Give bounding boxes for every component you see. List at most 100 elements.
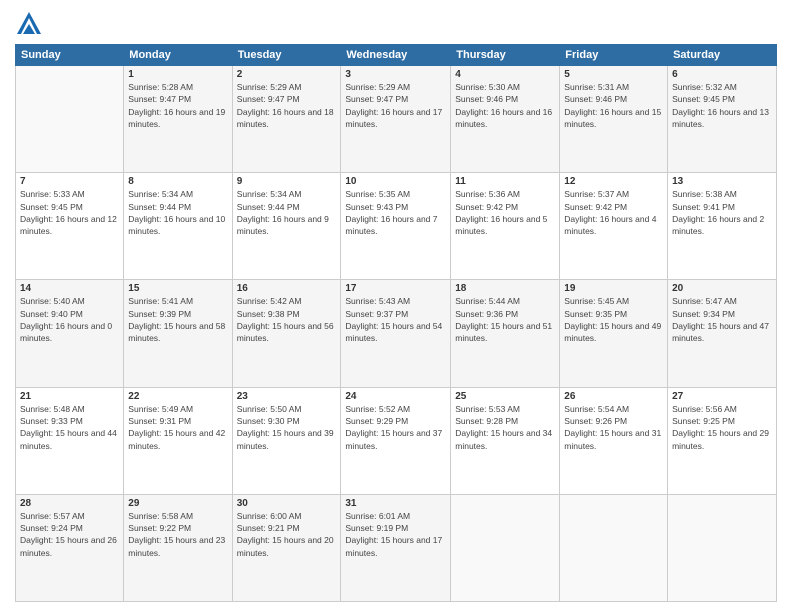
calendar-cell: 6Sunrise: 5:32 AMSunset: 9:45 PMDaylight… bbox=[668, 66, 777, 173]
day-number: 25 bbox=[455, 391, 555, 402]
calendar-table: SundayMondayTuesdayWednesdayThursdayFrid… bbox=[15, 44, 777, 602]
day-info: Sunrise: 5:48 AMSunset: 9:33 PMDaylight:… bbox=[20, 403, 119, 452]
day-number: 29 bbox=[128, 498, 227, 509]
day-number: 19 bbox=[564, 283, 663, 294]
calendar-cell: 5Sunrise: 5:31 AMSunset: 9:46 PMDaylight… bbox=[560, 66, 668, 173]
day-info: Sunrise: 5:32 AMSunset: 9:45 PMDaylight:… bbox=[672, 81, 772, 130]
calendar-cell bbox=[16, 66, 124, 173]
day-info: Sunrise: 5:30 AMSunset: 9:46 PMDaylight:… bbox=[455, 81, 555, 130]
day-info: Sunrise: 5:53 AMSunset: 9:28 PMDaylight:… bbox=[455, 403, 555, 452]
calendar-cell: 11Sunrise: 5:36 AMSunset: 9:42 PMDayligh… bbox=[451, 173, 560, 280]
day-info: Sunrise: 5:38 AMSunset: 9:41 PMDaylight:… bbox=[672, 188, 772, 237]
calendar-cell: 10Sunrise: 5:35 AMSunset: 9:43 PMDayligh… bbox=[341, 173, 451, 280]
calendar-cell: 2Sunrise: 5:29 AMSunset: 9:47 PMDaylight… bbox=[232, 66, 341, 173]
day-number: 30 bbox=[237, 498, 337, 509]
day-number: 5 bbox=[564, 69, 663, 80]
day-info: Sunrise: 5:40 AMSunset: 9:40 PMDaylight:… bbox=[20, 295, 119, 344]
day-number: 14 bbox=[20, 283, 119, 294]
day-number: 21 bbox=[20, 391, 119, 402]
header-cell-thursday: Thursday bbox=[451, 45, 560, 66]
header-cell-tuesday: Tuesday bbox=[232, 45, 341, 66]
day-info: Sunrise: 5:44 AMSunset: 9:36 PMDaylight:… bbox=[455, 295, 555, 344]
calendar-cell: 22Sunrise: 5:49 AMSunset: 9:31 PMDayligh… bbox=[124, 387, 232, 494]
day-info: Sunrise: 5:50 AMSunset: 9:30 PMDaylight:… bbox=[237, 403, 337, 452]
day-info: Sunrise: 6:00 AMSunset: 9:21 PMDaylight:… bbox=[237, 510, 337, 559]
calendar-cell: 21Sunrise: 5:48 AMSunset: 9:33 PMDayligh… bbox=[16, 387, 124, 494]
day-number: 17 bbox=[345, 283, 446, 294]
calendar-cell: 20Sunrise: 5:47 AMSunset: 9:34 PMDayligh… bbox=[668, 280, 777, 387]
day-number: 26 bbox=[564, 391, 663, 402]
day-info: Sunrise: 5:37 AMSunset: 9:42 PMDaylight:… bbox=[564, 188, 663, 237]
day-number: 12 bbox=[564, 176, 663, 187]
calendar-cell: 9Sunrise: 5:34 AMSunset: 9:44 PMDaylight… bbox=[232, 173, 341, 280]
header-cell-wednesday: Wednesday bbox=[341, 45, 451, 66]
day-number: 3 bbox=[345, 69, 446, 80]
day-number: 2 bbox=[237, 69, 337, 80]
calendar-cell: 18Sunrise: 5:44 AMSunset: 9:36 PMDayligh… bbox=[451, 280, 560, 387]
calendar-cell: 13Sunrise: 5:38 AMSunset: 9:41 PMDayligh… bbox=[668, 173, 777, 280]
day-info: Sunrise: 5:56 AMSunset: 9:25 PMDaylight:… bbox=[672, 403, 772, 452]
day-number: 15 bbox=[128, 283, 227, 294]
day-info: Sunrise: 5:45 AMSunset: 9:35 PMDaylight:… bbox=[564, 295, 663, 344]
day-info: Sunrise: 5:31 AMSunset: 9:46 PMDaylight:… bbox=[564, 81, 663, 130]
page: SundayMondayTuesdayWednesdayThursdayFrid… bbox=[0, 0, 792, 612]
day-number: 16 bbox=[237, 283, 337, 294]
week-row-5: 28Sunrise: 5:57 AMSunset: 9:24 PMDayligh… bbox=[16, 494, 777, 601]
day-number: 1 bbox=[128, 69, 227, 80]
day-number: 6 bbox=[672, 69, 772, 80]
calendar-cell: 4Sunrise: 5:30 AMSunset: 9:46 PMDaylight… bbox=[451, 66, 560, 173]
calendar-cell: 31Sunrise: 6:01 AMSunset: 9:19 PMDayligh… bbox=[341, 494, 451, 601]
day-number: 13 bbox=[672, 176, 772, 187]
calendar-cell: 25Sunrise: 5:53 AMSunset: 9:28 PMDayligh… bbox=[451, 387, 560, 494]
logo-icon bbox=[15, 10, 43, 38]
day-info: Sunrise: 5:29 AMSunset: 9:47 PMDaylight:… bbox=[345, 81, 446, 130]
day-info: Sunrise: 5:47 AMSunset: 9:34 PMDaylight:… bbox=[672, 295, 772, 344]
header-cell-sunday: Sunday bbox=[16, 45, 124, 66]
calendar-cell: 17Sunrise: 5:43 AMSunset: 9:37 PMDayligh… bbox=[341, 280, 451, 387]
day-info: Sunrise: 5:36 AMSunset: 9:42 PMDaylight:… bbox=[455, 188, 555, 237]
calendar-cell: 19Sunrise: 5:45 AMSunset: 9:35 PMDayligh… bbox=[560, 280, 668, 387]
day-info: Sunrise: 5:28 AMSunset: 9:47 PMDaylight:… bbox=[128, 81, 227, 130]
header-cell-friday: Friday bbox=[560, 45, 668, 66]
day-info: Sunrise: 6:01 AMSunset: 9:19 PMDaylight:… bbox=[345, 510, 446, 559]
calendar-cell bbox=[451, 494, 560, 601]
week-row-4: 21Sunrise: 5:48 AMSunset: 9:33 PMDayligh… bbox=[16, 387, 777, 494]
day-number: 18 bbox=[455, 283, 555, 294]
calendar-cell bbox=[560, 494, 668, 601]
day-number: 7 bbox=[20, 176, 119, 187]
day-number: 4 bbox=[455, 69, 555, 80]
calendar-cell: 8Sunrise: 5:34 AMSunset: 9:44 PMDaylight… bbox=[124, 173, 232, 280]
header-cell-monday: Monday bbox=[124, 45, 232, 66]
day-info: Sunrise: 5:29 AMSunset: 9:47 PMDaylight:… bbox=[237, 81, 337, 130]
day-info: Sunrise: 5:54 AMSunset: 9:26 PMDaylight:… bbox=[564, 403, 663, 452]
logo bbox=[15, 10, 47, 38]
day-info: Sunrise: 5:41 AMSunset: 9:39 PMDaylight:… bbox=[128, 295, 227, 344]
header-row: SundayMondayTuesdayWednesdayThursdayFrid… bbox=[16, 45, 777, 66]
day-info: Sunrise: 5:34 AMSunset: 9:44 PMDaylight:… bbox=[128, 188, 227, 237]
day-info: Sunrise: 5:58 AMSunset: 9:22 PMDaylight:… bbox=[128, 510, 227, 559]
calendar-cell: 3Sunrise: 5:29 AMSunset: 9:47 PMDaylight… bbox=[341, 66, 451, 173]
day-info: Sunrise: 5:57 AMSunset: 9:24 PMDaylight:… bbox=[20, 510, 119, 559]
header-cell-saturday: Saturday bbox=[668, 45, 777, 66]
calendar-cell: 12Sunrise: 5:37 AMSunset: 9:42 PMDayligh… bbox=[560, 173, 668, 280]
day-info: Sunrise: 5:52 AMSunset: 9:29 PMDaylight:… bbox=[345, 403, 446, 452]
week-row-1: 1Sunrise: 5:28 AMSunset: 9:47 PMDaylight… bbox=[16, 66, 777, 173]
day-number: 9 bbox=[237, 176, 337, 187]
day-number: 28 bbox=[20, 498, 119, 509]
calendar-cell: 29Sunrise: 5:58 AMSunset: 9:22 PMDayligh… bbox=[124, 494, 232, 601]
day-info: Sunrise: 5:34 AMSunset: 9:44 PMDaylight:… bbox=[237, 188, 337, 237]
day-info: Sunrise: 5:35 AMSunset: 9:43 PMDaylight:… bbox=[345, 188, 446, 237]
calendar-cell: 28Sunrise: 5:57 AMSunset: 9:24 PMDayligh… bbox=[16, 494, 124, 601]
day-number: 11 bbox=[455, 176, 555, 187]
day-number: 10 bbox=[345, 176, 446, 187]
calendar-cell: 30Sunrise: 6:00 AMSunset: 9:21 PMDayligh… bbox=[232, 494, 341, 601]
calendar-cell: 26Sunrise: 5:54 AMSunset: 9:26 PMDayligh… bbox=[560, 387, 668, 494]
day-info: Sunrise: 5:49 AMSunset: 9:31 PMDaylight:… bbox=[128, 403, 227, 452]
day-number: 23 bbox=[237, 391, 337, 402]
day-number: 20 bbox=[672, 283, 772, 294]
week-row-2: 7Sunrise: 5:33 AMSunset: 9:45 PMDaylight… bbox=[16, 173, 777, 280]
calendar-cell bbox=[668, 494, 777, 601]
day-number: 24 bbox=[345, 391, 446, 402]
day-number: 22 bbox=[128, 391, 227, 402]
calendar-cell: 16Sunrise: 5:42 AMSunset: 9:38 PMDayligh… bbox=[232, 280, 341, 387]
